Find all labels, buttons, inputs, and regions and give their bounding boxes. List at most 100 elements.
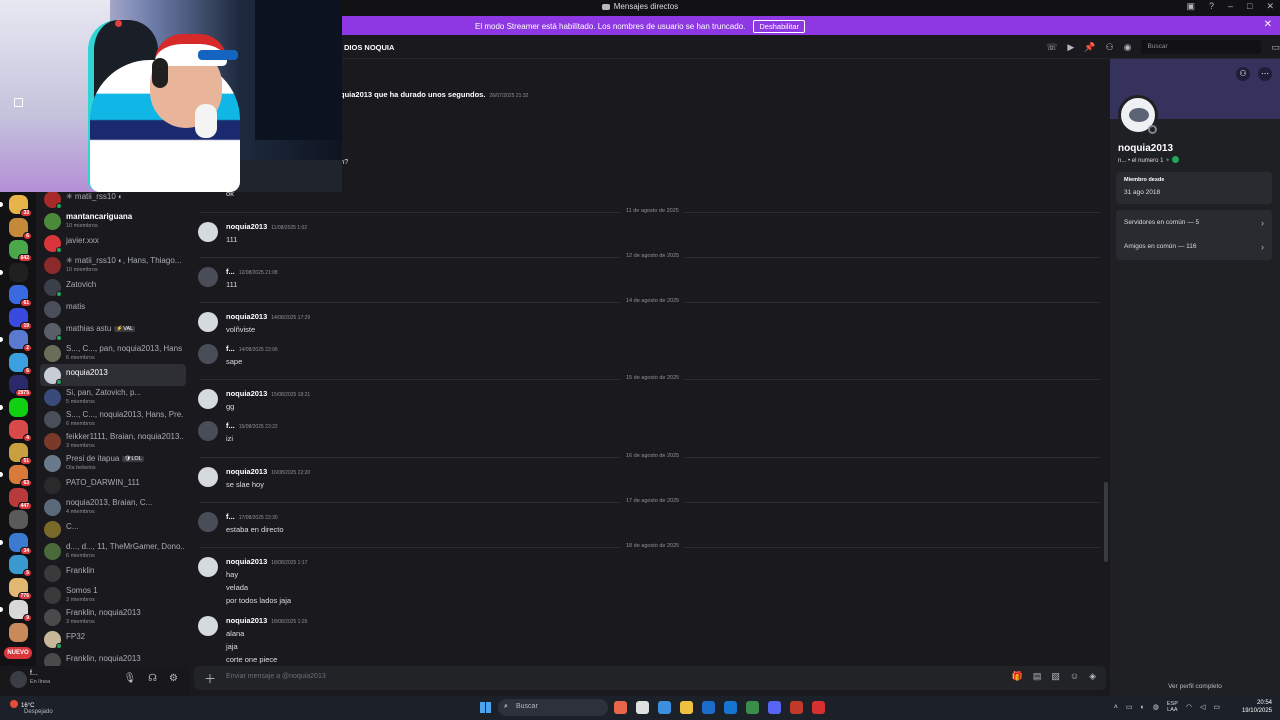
- mutual-servers-row[interactable]: Servidores en común — 5 ›: [1124, 218, 1264, 231]
- avatar[interactable]: [198, 616, 218, 636]
- dm-item[interactable]: S..., C..., pan, noquia2013, Hans 6 miemb…: [40, 342, 186, 364]
- server-icon[interactable]: 4: [9, 420, 32, 442]
- message-author[interactable]: noquia2013 16/08/2025 22:20: [226, 467, 310, 476]
- maximize-button[interactable]: □: [1247, 1, 1252, 12]
- discord-taskbar-icon[interactable]: [768, 701, 781, 714]
- app-icon[interactable]: [658, 701, 671, 714]
- video-call-icon[interactable]: ▶: [1067, 42, 1074, 53]
- emoji-icon[interactable]: ☺: [1070, 671, 1079, 682]
- dm-item[interactable]: noquia2013, Braian, C... 4 miembros: [40, 496, 186, 518]
- dm-item[interactable]: matis: [40, 298, 186, 320]
- activities-icon[interactable]: ◈: [1089, 671, 1096, 682]
- avatar[interactable]: [198, 267, 218, 287]
- server-icon[interactable]: 2: [0, 330, 32, 352]
- app-icon[interactable]: [790, 701, 803, 714]
- add-friends-icon[interactable]: ⚇: [1106, 42, 1114, 53]
- dm-item[interactable]: Franklin, noquia2013 3 miembros: [40, 606, 186, 628]
- dm-item[interactable]: Franklin: [40, 562, 186, 584]
- message-author[interactable]: noquia2013 18/08/2025 1:17: [226, 557, 307, 566]
- start-button[interactable]: [480, 702, 491, 713]
- server-icon[interactable]: [9, 622, 28, 642]
- message-author[interactable]: f... 14/08/2025 22:06: [226, 344, 278, 353]
- battery-icon[interactable]: ▭: [1213, 703, 1220, 711]
- dm-item[interactable]: Si, pan, Zatovich, p... 5 miembros: [40, 386, 186, 408]
- search-input[interactable]: Buscar: [1141, 40, 1262, 54]
- headphones-icon[interactable]: ☊: [148, 673, 157, 684]
- dm-item[interactable]: d..., d..., 11, TheMrGamer, Dono... 6 mie…: [40, 540, 186, 562]
- server-icon[interactable]: [0, 397, 28, 417]
- server-icon[interactable]: 51: [9, 442, 32, 465]
- tray-app-icon[interactable]: ◐: [1141, 704, 1145, 711]
- dm-item[interactable]: mathias astu ⚡VAL: [40, 320, 186, 342]
- server-icon[interactable]: 63: [0, 465, 32, 487]
- new-badge[interactable]: NUEVO: [4, 647, 32, 659]
- close-banner-icon[interactable]: ✕: [1264, 19, 1272, 30]
- avatar[interactable]: [198, 389, 218, 409]
- server-icon[interactable]: 776: [9, 577, 32, 600]
- message-author[interactable]: f... 12/08/2025 21:08: [226, 267, 278, 276]
- settings-gear-icon[interactable]: ⚙: [169, 673, 178, 684]
- user-profile-icon[interactable]: ◉: [1124, 42, 1132, 53]
- message-author[interactable]: noquia2013 14/08/2025 17:29: [226, 312, 310, 321]
- dm-item[interactable]: Presi de itapua 🛡LOL Ola bebetos: [40, 452, 186, 474]
- inbox-icon[interactable]: ▣: [1186, 1, 1195, 12]
- avatar[interactable]: [198, 344, 218, 364]
- outlook-icon[interactable]: [724, 701, 737, 714]
- server-icon[interactable]: 34: [0, 532, 32, 555]
- language-indicator[interactable]: ESP LAA: [1167, 701, 1178, 713]
- dm-item[interactable]: javier.xxx: [40, 232, 186, 254]
- inbox-icon[interactable]: ▭: [1271, 42, 1280, 53]
- tray-app-icon[interactable]: ◍: [1153, 703, 1159, 711]
- add-friend-icon[interactable]: ⚇: [1236, 67, 1250, 81]
- dm-item[interactable]: C...: [40, 518, 186, 540]
- view-full-profile-link[interactable]: Ver perfil completo: [1110, 683, 1280, 690]
- avatar[interactable]: [198, 222, 218, 242]
- gif-icon[interactable]: ▤: [1033, 671, 1042, 682]
- sticker-icon[interactable]: ▧: [1051, 671, 1060, 682]
- avatar[interactable]: [198, 512, 218, 532]
- scrollbar[interactable]: [1104, 482, 1108, 562]
- app-icon[interactable]: [702, 701, 715, 714]
- avatar[interactable]: [198, 421, 218, 441]
- minimize-button[interactable]: –: [1228, 1, 1233, 12]
- message-input[interactable]: Enviar mensaje a @noquia2013: [226, 673, 326, 680]
- dm-item[interactable]: ✳ matii_rss10 ◐: [40, 192, 186, 210]
- help-icon[interactable]: ?: [1209, 1, 1214, 12]
- message-author[interactable]: noquia2013 11/08/2025 1:02: [226, 222, 307, 231]
- message-author[interactable]: noquia2013 15/08/2025 18:21: [226, 389, 310, 398]
- server-icon[interactable]: 2975: [9, 375, 32, 397]
- message-author[interactable]: f... 17/08/2025 22:30: [226, 512, 278, 521]
- server-icon[interactable]: 447: [9, 487, 32, 510]
- microphone-icon[interactable]: 🎙: [123, 673, 136, 684]
- disable-streamer-button[interactable]: Deshabilitar: [753, 20, 805, 33]
- server-icon[interactable]: 19: [9, 307, 32, 330]
- server-icon[interactable]: 33: [0, 195, 32, 217]
- dm-item[interactable]: S..., C..., noquia2013, Hans, Pre... 6 mi…: [40, 408, 186, 430]
- chrome-icon[interactable]: [746, 701, 759, 714]
- message-author[interactable]: noquia2013 18/08/2025 1:26: [226, 616, 307, 625]
- dm-item[interactable]: PATO_DARWIN_111: [40, 474, 186, 496]
- volume-icon[interactable]: ◁: [1200, 703, 1205, 711]
- dm-item[interactable]: Zatovich: [40, 276, 186, 298]
- dm-item[interactable]: noquia2013: [40, 364, 186, 386]
- dm-item[interactable]: mantancariguana 10 miembros: [40, 210, 186, 232]
- avatar[interactable]: [198, 312, 218, 332]
- dm-item[interactable]: Franklin, noquia2013: [40, 650, 186, 666]
- taskbar-search[interactable]: ⌕ Buscar: [498, 699, 608, 716]
- weather-widget[interactable]: 16°C Despejado: [10, 700, 53, 715]
- server-icon[interactable]: 6: [9, 217, 32, 240]
- server-icon[interactable]: 61: [9, 285, 32, 307]
- app-icon[interactable]: [812, 701, 825, 714]
- message-author[interactable]: f... 15/08/2025 23:22: [226, 421, 278, 430]
- server-icon[interactable]: 9: [0, 600, 32, 622]
- app-icon[interactable]: [636, 701, 649, 714]
- close-window-button[interactable]: ✕: [1266, 1, 1274, 12]
- avatar[interactable]: [198, 557, 218, 577]
- avatar[interactable]: [198, 467, 218, 487]
- server-icon[interactable]: [0, 262, 28, 282]
- chevron-up-icon[interactable]: ˄: [1114, 704, 1118, 711]
- gift-icon[interactable]: 🎁: [1012, 671, 1023, 682]
- pin-icon[interactable]: 📌: [1084, 42, 1095, 53]
- wifi-icon[interactable]: ◠: [1186, 703, 1192, 711]
- add-attachment-icon[interactable]: ＋: [204, 670, 216, 687]
